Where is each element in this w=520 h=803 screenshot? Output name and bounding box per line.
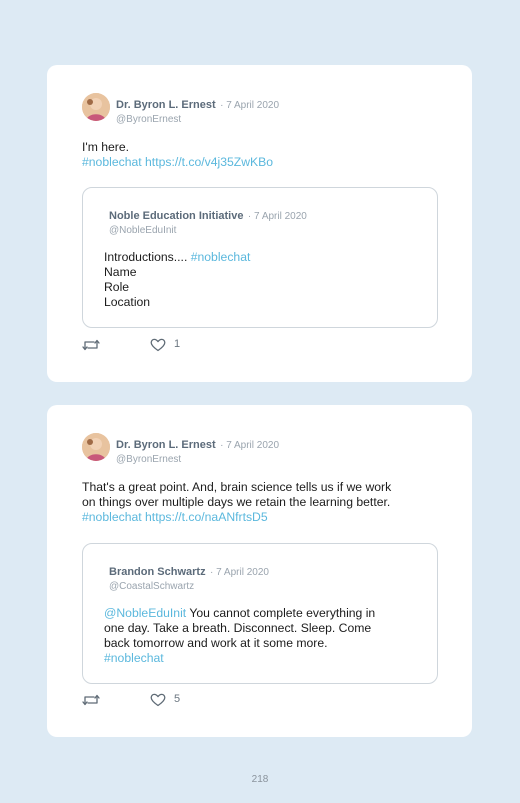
like-count: 1 <box>174 338 181 350</box>
tweet-date[interactable]: · 7 April 2020 <box>220 440 279 451</box>
quoted-text-line: You cannot complete everything in <box>186 606 376 620</box>
quoted-tweet-text: @NobleEduInit You cannot complete everyt… <box>104 606 414 666</box>
quoted-text-line: Location <box>104 295 151 309</box>
hashtag-link[interactable]: #noblechat <box>82 510 142 524</box>
quoted-text-line: Name <box>104 265 137 279</box>
quoted-author-handle[interactable]: @CoastalSchwartz <box>109 581 269 592</box>
quoted-tweet-text: Introductions.... #noblechat Name Role L… <box>104 250 414 310</box>
quoted-tweet[interactable]: Brandon Schwartz · 7 April 2020 @Coastal… <box>82 543 438 684</box>
quoted-text-intro: Introductions.... <box>104 250 191 264</box>
quoted-text-line: one day. Take a breath. Disconnect. Slee… <box>104 621 372 635</box>
heart-icon[interactable] <box>150 338 166 352</box>
like-count: 5 <box>174 693 181 705</box>
quoted-text-line: back tomorrow and work at it some more. <box>104 636 328 650</box>
tweet-text: I'm here. #noblechat https://t.co/v4j35Z… <box>82 140 432 170</box>
author-name[interactable]: Dr. Byron L. Ernest <box>116 439 216 451</box>
heart-icon[interactable] <box>150 693 166 707</box>
quoted-author-handle[interactable]: @NobleEduInit <box>109 225 307 236</box>
quoted-author-name[interactable]: Brandon Schwartz <box>109 566 206 578</box>
author-name[interactable]: Dr. Byron L. Ernest <box>116 99 216 111</box>
retweet-icon[interactable] <box>82 338 100 352</box>
quoted-tweet-date[interactable]: · 7 April 2020 <box>248 211 307 222</box>
page-number: 218 <box>251 774 269 785</box>
retweet-icon[interactable] <box>82 693 100 707</box>
tweet-url-link[interactable]: https://t.co/naANfrtsD5 <box>145 510 268 524</box>
author-handle[interactable]: @ByronErnest <box>116 454 279 465</box>
hashtag-link[interactable]: #noblechat <box>82 155 142 169</box>
quoted-text-line: Role <box>104 280 130 294</box>
avatar[interactable] <box>82 433 110 461</box>
avatar[interactable] <box>82 93 110 121</box>
tweet-text-line: That's a great point. And, brain science… <box>82 480 392 494</box>
quoted-tweet[interactable]: Noble Education Initiative · 7 April 202… <box>82 187 438 328</box>
author-handle[interactable]: @ByronErnest <box>116 114 279 125</box>
tweet-text-line: I'm here. <box>82 140 130 154</box>
tweet-date[interactable]: · 7 April 2020 <box>220 100 279 111</box>
tweet-card: Dr. Byron L. Ernest · 7 April 2020 @Byro… <box>47 65 472 382</box>
tweet-text-line: on things over multiple days we retain t… <box>82 495 391 509</box>
hashtag-link[interactable]: #noblechat <box>104 651 164 665</box>
tweet-url-link[interactable]: https://t.co/v4j35ZwKBo <box>145 155 273 169</box>
quoted-tweet-date[interactable]: · 7 April 2020 <box>210 567 269 578</box>
mention-link[interactable]: @NobleEduInit <box>104 606 186 620</box>
tweet-text: That's a great point. And, brain science… <box>82 480 442 525</box>
quoted-author-name[interactable]: Noble Education Initiative <box>109 210 243 222</box>
hashtag-link[interactable]: #noblechat <box>191 250 251 264</box>
tweet-card: Dr. Byron L. Ernest · 7 April 2020 @Byro… <box>47 405 472 737</box>
